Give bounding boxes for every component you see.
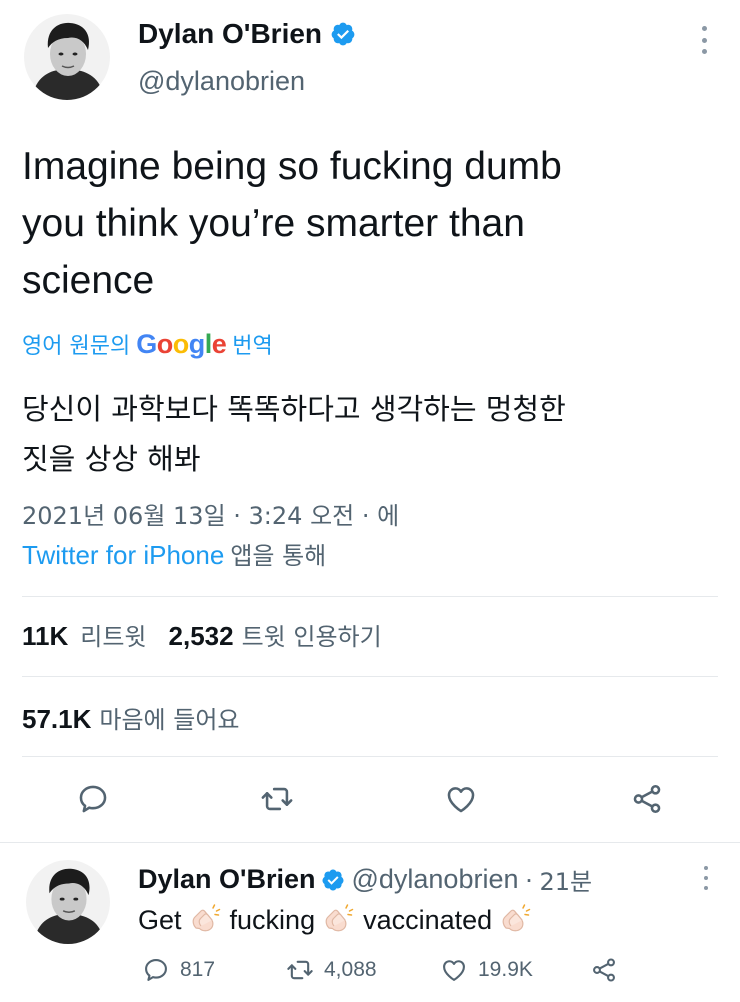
reply-like-button[interactable]: 19.9K bbox=[440, 956, 533, 984]
clapping-hands-emoji-icon bbox=[188, 902, 224, 938]
tweet-text-line: science bbox=[22, 259, 155, 302]
source-app-link[interactable]: Twitter for iPhone bbox=[22, 540, 224, 570]
retweet-label[interactable]: 리트윗 bbox=[80, 617, 146, 652]
clapping-hands-emoji-icon bbox=[321, 902, 357, 938]
translate-tweet-link[interactable]: 영어 원문의 Google 번역 bbox=[22, 328, 273, 360]
verified-badge-icon bbox=[321, 868, 345, 892]
tweet-text-line: Imagine being so fucking dumb bbox=[22, 145, 562, 188]
reply-icon[interactable] bbox=[76, 782, 110, 816]
separator-dot: · bbox=[524, 864, 534, 894]
translated-text: 당신이 과학보다 똑똑하다고 생각하는 멍청한 짓을 상상 해봐 bbox=[22, 384, 722, 484]
source-suffix: 앱을 통해 bbox=[230, 542, 327, 570]
translate-suffix: 번역 bbox=[232, 334, 273, 359]
reply-action-bar: 817 4,088 19.9K bbox=[138, 956, 698, 992]
reply-icon[interactable] bbox=[142, 956, 170, 984]
like-icon[interactable] bbox=[444, 782, 478, 816]
tweet-text-line: you think you’re smarter than bbox=[22, 202, 525, 245]
more-options-icon[interactable] bbox=[698, 866, 714, 890]
reply-count: 817 bbox=[180, 958, 216, 981]
translated-text-line: 짓을 상상 해봐 bbox=[22, 442, 201, 476]
retweet-count: 4,088 bbox=[324, 958, 377, 981]
author-handle[interactable]: @dylanobrien bbox=[138, 66, 305, 97]
avatar-portrait-image bbox=[26, 860, 110, 944]
like-stats[interactable]: 57.1K 마음에 들어요 bbox=[22, 700, 262, 735]
like-count: 19.9K bbox=[478, 958, 533, 981]
reply-share-button[interactable] bbox=[590, 956, 618, 984]
tweet-text: Imagine being so fucking dumb you think … bbox=[22, 138, 712, 309]
divider bbox=[22, 756, 718, 757]
reply-author-avatar[interactable] bbox=[26, 860, 110, 944]
author-display-name[interactable]: Dylan O'Brien bbox=[138, 18, 322, 50]
tweet-stats: 11K 리트윗 2,532 트윗 인용하기 bbox=[22, 617, 404, 652]
avatar-portrait-image bbox=[24, 14, 110, 100]
share-icon[interactable] bbox=[630, 782, 664, 816]
retweet-icon[interactable] bbox=[260, 782, 294, 816]
reply-reply-button[interactable]: 817 bbox=[142, 956, 215, 984]
quote-label[interactable]: 트윗 인용하기 bbox=[242, 617, 382, 652]
translate-prefix: 영어 원문의 bbox=[22, 334, 131, 359]
reply-retweet-button[interactable]: 4,088 bbox=[286, 956, 377, 984]
reply-text-word: fucking bbox=[229, 904, 316, 935]
reply-handle[interactable]: @dylanobrien bbox=[351, 864, 518, 895]
share-icon[interactable] bbox=[590, 956, 618, 984]
retweet-icon[interactable] bbox=[286, 956, 314, 984]
google-logo: Google bbox=[136, 328, 227, 359]
reply-text: Get fucking vaccinated bbox=[138, 902, 534, 938]
reply-display-name[interactable]: Dylan O'Brien bbox=[138, 864, 315, 895]
quote-count[interactable]: 2,532 bbox=[169, 621, 234, 652]
verified-badge-icon bbox=[330, 21, 356, 47]
translated-text-line: 당신이 과학보다 똑똑하다고 생각하는 멍청한 bbox=[22, 392, 566, 426]
retweet-count[interactable]: 11K bbox=[22, 621, 68, 652]
like-label[interactable]: 마음에 들어요 bbox=[99, 700, 239, 735]
author-name-row[interactable]: Dylan O'Brien bbox=[138, 18, 356, 50]
divider bbox=[22, 596, 718, 597]
author-avatar[interactable] bbox=[24, 14, 110, 100]
divider bbox=[22, 676, 718, 677]
tweet-source: Twitter for iPhone 앱을 통해 bbox=[22, 536, 326, 571]
more-options-icon[interactable] bbox=[694, 26, 714, 54]
section-divider bbox=[0, 842, 740, 843]
like-icon[interactable] bbox=[440, 956, 468, 984]
like-count[interactable]: 57.1K bbox=[22, 704, 91, 735]
reply-header[interactable]: Dylan O'Brien @dylanobrien · 21분 bbox=[138, 862, 592, 897]
tweet-timestamp[interactable]: 2021년 06월 13일 · 3:24 오전 · 에 bbox=[22, 496, 399, 531]
clapping-hands-emoji-icon bbox=[498, 902, 534, 938]
reply-text-word: Get bbox=[138, 904, 182, 935]
reply-time[interactable]: 21분 bbox=[539, 862, 592, 897]
reply-text-word: vaccinated bbox=[363, 904, 493, 935]
